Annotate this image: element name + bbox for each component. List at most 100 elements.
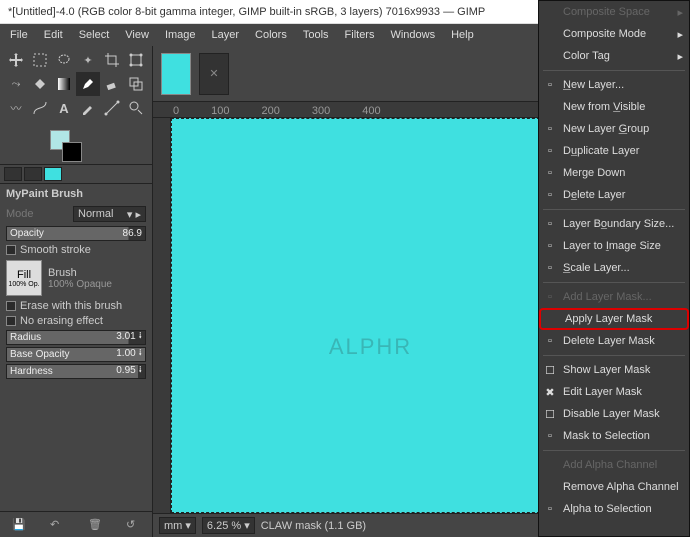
checkbox-checked-icon: ✖ <box>543 385 557 399</box>
reset-icon[interactable]: ↺ <box>126 518 140 532</box>
tool-gradient[interactable] <box>52 72 76 96</box>
menu-file[interactable]: File <box>2 26 36 44</box>
menu-item-icon: ▫ <box>543 144 557 158</box>
tool-rect-select[interactable] <box>28 48 52 72</box>
menu-item-label: Edit Layer Mask <box>563 386 642 398</box>
tool-path[interactable] <box>28 96 52 120</box>
ctx-new-layer-group[interactable]: ▫New Layer Group <box>539 118 689 140</box>
menu-layer[interactable]: Layer <box>204 26 248 44</box>
ctx-delete-layer-mask[interactable]: ▫Delete Layer Mask <box>539 330 689 352</box>
hardness-slider[interactable]: Hardness0.95 ⭭ <box>6 364 146 379</box>
menu-item-icon <box>543 5 557 19</box>
menu-item-icon <box>543 49 557 63</box>
opacity-slider[interactable]: Opacity86.9 <box>6 226 146 241</box>
radius-slider[interactable]: Radius3.01 ⭭ <box>6 330 146 345</box>
ctx-alpha-to-selection[interactable]: ▫ Alpha to Selection <box>539 498 689 520</box>
menu-item-label: Mask to Selection <box>563 430 650 442</box>
menu-item-icon: ▫ <box>543 78 557 92</box>
tool-crop[interactable] <box>100 48 124 72</box>
brush-name: 100% Opaque <box>48 279 146 290</box>
background-swatch[interactable] <box>62 142 82 162</box>
tool-bucket[interactable] <box>28 72 52 96</box>
menu-select[interactable]: Select <box>71 26 118 44</box>
tool-clone[interactable] <box>124 72 148 96</box>
menu-item-label: Merge Down <box>563 167 625 179</box>
menu-help[interactable]: Help <box>443 26 482 44</box>
delete-preset-icon[interactable]: 🗑 <box>88 518 102 532</box>
ctx-add-alpha-channel: Add Alpha Channel <box>539 454 689 476</box>
ctx-layer-boundary-size-[interactable]: ▫Layer Boundary Size... <box>539 213 689 235</box>
checkbox-unchecked-icon: ☐ <box>543 363 557 377</box>
noerase-check[interactable]: No erasing effect <box>6 315 146 327</box>
tool-free-select[interactable] <box>52 48 76 72</box>
menu-item-icon: ▫ <box>543 261 557 275</box>
ruler-vertical <box>153 118 171 513</box>
mode-dropdown[interactable]: Normal▾ ▸ <box>73 206 146 222</box>
menu-item-label: Alpha to Selection <box>563 503 652 515</box>
ctx-disable-layer-mask[interactable]: ☐Disable Layer Mask <box>539 403 689 425</box>
menu-item-label: Show Layer Mask <box>563 364 650 376</box>
ctx-delete-layer[interactable]: ▫ Delete Layer <box>539 184 689 206</box>
ctx-merge-down[interactable]: ▫Merge Down <box>539 162 689 184</box>
smooth-stroke-check[interactable]: Smooth stroke <box>6 244 146 256</box>
color-swatches[interactable] <box>0 128 152 164</box>
ctx-composite-mode[interactable]: Composite Mode▸ <box>539 23 689 45</box>
menu-item-label: New Layer Group <box>563 123 649 135</box>
ctx-edit-layer-mask[interactable]: ✖ Edit Layer Mask <box>539 381 689 403</box>
tool-mypaint-brush[interactable] <box>76 72 100 96</box>
menu-edit[interactable]: Edit <box>36 26 71 44</box>
toolopts-footer: 💾 ↶ 🗑 ↺ <box>0 511 152 537</box>
menu-item-label: Disable Layer Mask <box>563 408 660 420</box>
ctx-color-tag[interactable]: Color Tag▸ <box>539 45 689 67</box>
unit-dropdown[interactable]: mm ▾ <box>159 517 196 534</box>
menu-item-label: Composite Space <box>563 6 650 18</box>
ctx-new-layer-[interactable]: ▫ New Layer... <box>539 74 689 96</box>
brush-preview[interactable]: Fill100% Op. <box>6 260 42 296</box>
menu-item-label: New Layer... <box>563 79 624 91</box>
tool-zoom[interactable] <box>124 96 148 120</box>
tool-text[interactable]: A <box>52 96 76 120</box>
menu-item-label: Layer Boundary Size... <box>563 218 674 230</box>
dock-tab-3[interactable] <box>44 167 62 181</box>
tool-measure[interactable] <box>100 96 124 120</box>
menu-windows[interactable]: Windows <box>382 26 443 44</box>
save-preset-icon[interactable]: 💾 <box>12 518 26 532</box>
baseopacity-slider[interactable]: Base Opacity1.00 ⭭ <box>6 347 146 362</box>
tool-warp[interactable]: ⤳ <box>4 72 28 96</box>
zoom-dropdown[interactable]: 6.25 % ▾ <box>202 517 255 534</box>
dock-tab-2[interactable] <box>24 167 42 181</box>
menu-item-label: Delete Layer <box>563 189 625 201</box>
ctx-remove-alpha-channel[interactable]: Remove Alpha Channel <box>539 476 689 498</box>
menu-view[interactable]: View <box>117 26 157 44</box>
menu-image[interactable]: Image <box>157 26 204 44</box>
ctx-show-layer-mask[interactable]: ☐ Show Layer Mask <box>539 359 689 381</box>
ctx-new-from-visible[interactable]: New from Visible <box>539 96 689 118</box>
image-tab-1[interactable] <box>161 53 191 95</box>
tool-fuzzy-select[interactable]: ✦ <box>76 48 100 72</box>
ctx-mask-to-selection[interactable]: ▫Mask to Selection <box>539 425 689 447</box>
image-tab-close[interactable]: ✕ <box>199 53 229 95</box>
menu-item-label: Layer to Image Size <box>563 240 661 252</box>
ctx-composite-space: Composite Space▸ <box>539 1 689 23</box>
tool-transform[interactable] <box>124 48 148 72</box>
tool-color-picker[interactable] <box>76 96 100 120</box>
menu-item-icon: ▫ <box>543 239 557 253</box>
menu-item-icon <box>543 27 557 41</box>
dock-tab-1[interactable] <box>4 167 22 181</box>
tool-smudge[interactable]: 〰 <box>4 96 28 120</box>
ctx-apply-layer-mask[interactable]: Apply Layer Mask <box>539 308 689 330</box>
menu-item-icon: ▫ <box>543 502 557 516</box>
restore-icon[interactable]: ↶ <box>50 518 64 532</box>
menu-filters[interactable]: Filters <box>337 26 383 44</box>
tool-eraser[interactable] <box>100 72 124 96</box>
erase-check[interactable]: Erase with this brush <box>6 300 146 312</box>
menu-colors[interactable]: Colors <box>247 26 295 44</box>
tool-move[interactable] <box>4 48 28 72</box>
ctx-duplicate-layer[interactable]: ▫Duplicate Layer <box>539 140 689 162</box>
canvas[interactable]: ALPHR <box>171 118 570 513</box>
menu-tools[interactable]: Tools <box>295 26 337 44</box>
ctx-layer-to-image-size[interactable]: ▫ Layer to Image Size <box>539 235 689 257</box>
window-title: *[Untitled]-4.0 (RGB color 8-bit gamma i… <box>8 6 618 18</box>
ctx-scale-layer-[interactable]: ▫Scale Layer... <box>539 257 689 279</box>
menu-item-icon: ▫ <box>543 188 557 202</box>
